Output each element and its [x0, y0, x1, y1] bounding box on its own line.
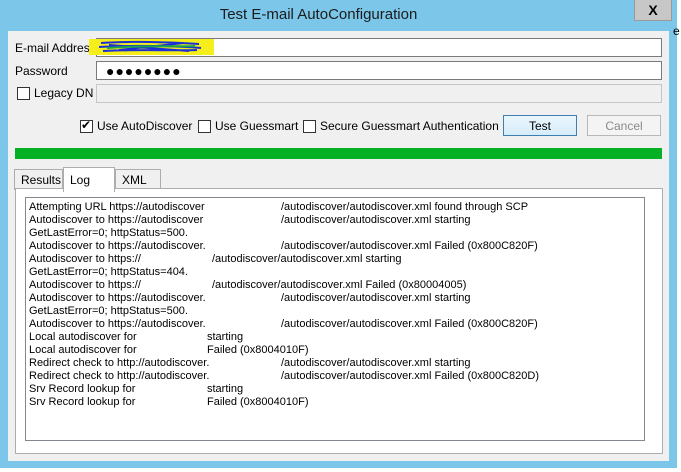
tab-xml[interactable]: XML [115, 169, 161, 190]
use-autodiscover-checkbox[interactable]: Use AutoDiscover [80, 118, 193, 133]
secure-guessmart-checkbox[interactable]: Secure Guessmart Authentication [303, 119, 499, 133]
progress-fill [15, 148, 662, 159]
log-line: GetLastError=0; httpStatus=500. [29, 305, 188, 317]
email-label: E-mail Address [15, 41, 96, 55]
checkbox-box[interactable] [198, 119, 211, 133]
log-line: GetLastError=0; httpStatus=500. [29, 227, 188, 239]
log-line: Autodiscover to https:// [29, 253, 141, 265]
log-line: Autodiscover to https://autodiscover. [29, 318, 206, 330]
log-tab-panel: Attempting URL https://autodiscover/auto… [15, 188, 663, 454]
log-line-detail: /autodiscover/autodiscover.xml starting [281, 357, 471, 369]
close-button[interactable]: X [634, 0, 672, 21]
password-label: Password [15, 64, 68, 78]
secure-guessmart-label: Secure Guessmart Authentication [320, 119, 499, 133]
log-line-detail: /autodiscover/autodiscover.xml Failed (0… [281, 240, 538, 252]
use-autodiscover-label: Use AutoDiscover [97, 119, 193, 133]
background-text: e [673, 24, 680, 38]
log-line-detail: /autodiscover/autodiscover.xml starting [281, 292, 471, 304]
log-textbox[interactable]: Attempting URL https://autodiscover/auto… [25, 197, 645, 441]
log-line: Redirect check to http://autodiscover. [29, 370, 210, 382]
log-line-detail: /autodiscover/autodiscover.xml starting [212, 253, 402, 265]
log-line: Autodiscover to https://autodiscover [29, 214, 204, 226]
log-line-detail: /autodiscover/autodiscover.xml Failed (0… [281, 318, 538, 330]
log-line-detail: /autodiscover/autodiscover.xml Failed (0… [281, 370, 540, 382]
title-bar[interactable]: Test E-mail AutoConfiguration X [0, 0, 677, 30]
log-line: Autodiscover to https://autodiscover. [29, 240, 206, 252]
log-line-detail: /autodiscover/autodiscover.xml Failed (0… [212, 279, 467, 291]
email-field[interactable] [89, 38, 662, 57]
log-line: Srv Record lookup for [29, 396, 136, 408]
dialog-body: E-mail Address Password ●●●●●●●● Legacy … [8, 31, 669, 461]
log-line: Local autodiscover for [29, 344, 137, 356]
use-guessmart-checkbox[interactable]: Use Guessmart [198, 119, 298, 133]
log-line: Local autodiscover for [29, 331, 137, 343]
log-line-detail: starting [207, 383, 244, 395]
log-line: Srv Record lookup for [29, 383, 136, 395]
password-field[interactable]: ●●●●●●●● [96, 61, 662, 80]
close-icon: X [648, 2, 658, 18]
log-line-detail: Failed (0x8004010F) [207, 396, 309, 408]
cancel-button[interactable]: Cancel [587, 115, 661, 136]
use-guessmart-label: Use Guessmart [215, 119, 299, 133]
tab-log[interactable]: Log [63, 167, 115, 192]
legacy-dn-checkbox[interactable]: Legacy DN [17, 86, 93, 100]
tab-results[interactable]: Results [14, 169, 63, 190]
legacy-dn-label: Legacy DN [34, 86, 94, 100]
log-line: Attempting URL https://autodiscover [29, 201, 205, 213]
checkbox-box[interactable] [303, 119, 316, 133]
dialog-window: Test E-mail AutoConfiguration X e E-mail… [0, 0, 680, 468]
log-line-detail: /autodiscover/autodiscover.xml starting [281, 214, 471, 226]
log-line: Autodiscover to https:// [29, 279, 141, 291]
password-value: ●●●●●●●● [106, 63, 182, 79]
check-icon[interactable] [80, 118, 93, 133]
log-line-detail: Failed (0x8004010F) [207, 344, 309, 356]
window-title: Test E-mail AutoConfiguration [219, 6, 418, 23]
log-line: Autodiscover to https://autodiscover. [29, 292, 206, 304]
log-line-detail: /autodiscover/autodiscover.xml found thr… [281, 201, 529, 213]
progress-bar [15, 148, 662, 159]
log-line: GetLastError=0; httpStatus=404. [29, 266, 188, 278]
log-line-detail: starting [207, 331, 244, 343]
legacy-dn-field [96, 84, 662, 103]
test-button[interactable]: Test [503, 115, 577, 136]
log-line: Redirect check to http://autodiscover. [29, 357, 210, 369]
checkbox-box[interactable] [17, 86, 30, 100]
redaction-mark [89, 39, 214, 55]
